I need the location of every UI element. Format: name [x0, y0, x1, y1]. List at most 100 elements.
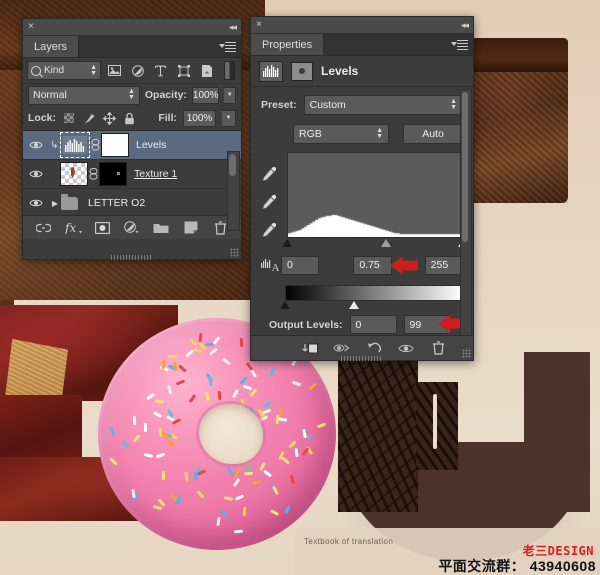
layers-scrollbar-thumb[interactable] [229, 154, 236, 176]
type-layer-filter-icon[interactable] [151, 61, 170, 80]
filter-kind-label: Kind [44, 65, 65, 76]
lock-transparent-pixels-icon[interactable] [62, 111, 76, 125]
channel-value: RGB [299, 128, 322, 140]
input-levels-row: A 0 0.75 255 [261, 255, 463, 275]
lock-all-icon[interactable] [122, 111, 136, 125]
auto-button[interactable]: Auto [403, 124, 463, 144]
layers-panel-titlebar: × ◂◂ [23, 19, 241, 36]
toggle-previous-state-icon[interactable] [333, 340, 351, 357]
search-icon [31, 65, 41, 76]
blend-mode-dropdown[interactable]: Normal ▲ ▼ [28, 85, 140, 105]
panel-dock-grip[interactable] [111, 255, 153, 260]
new-group-icon[interactable] [152, 219, 170, 236]
new-layer-icon[interactable] [182, 219, 200, 236]
layer-content-thumbnail[interactable] [60, 162, 88, 186]
link-mask-icon[interactable] [90, 139, 101, 151]
link-layers-icon[interactable] [35, 219, 53, 236]
output-levels-slider-track[interactable] [280, 301, 463, 312]
properties-tab-row: Properties [251, 34, 473, 56]
input-shadow-value[interactable]: 0 [281, 255, 320, 275]
shape-layer-filter-icon[interactable] [174, 61, 193, 80]
delete-adjustment-icon[interactable] [429, 340, 447, 357]
input-highlight-value[interactable]: 255 [424, 255, 463, 275]
add-layer-mask-icon[interactable] [94, 219, 112, 236]
resize-grip-icon[interactable] [462, 349, 471, 358]
collapse-icon[interactable]: ◂◂ [229, 22, 237, 33]
properties-panel-titlebar: × ◂◂ [251, 17, 473, 34]
link-mask-icon[interactable] [88, 168, 99, 180]
layer-mask-thumbnail[interactable] [99, 162, 127, 186]
properties-scrollbar-thumb[interactable] [462, 92, 468, 242]
adjustment-layer-filter-icon[interactable] [128, 61, 147, 80]
fill-stepper-icon[interactable]: ▼ [222, 109, 236, 127]
layers-panel-menu-icon[interactable] [219, 40, 236, 52]
levels-adjustment-thumbnail[interactable] [63, 136, 87, 154]
sprinkle [167, 354, 178, 358]
properties-panel-menu-icon[interactable] [451, 38, 468, 50]
fill-input[interactable]: 100% [183, 109, 216, 127]
tab-properties[interactable]: Properties [251, 34, 325, 55]
close-icon[interactable]: × [256, 20, 262, 30]
lock-image-pixels-icon[interactable] [82, 111, 96, 125]
reset-adjustment-icon[interactable] [365, 340, 383, 357]
levels-histogram[interactable] [287, 152, 463, 238]
lock-label: Lock: [28, 112, 57, 124]
output-white-slider-handle[interactable] [349, 301, 360, 309]
input-midtone-value[interactable]: 0.75 [353, 255, 392, 275]
set-white-point-eyedropper-icon[interactable] [261, 222, 278, 239]
layer-row-levels[interactable]: ↳ Levels [23, 131, 241, 160]
layer-name[interactable]: LETTER O2 [88, 197, 145, 209]
channel-dropdown[interactable]: RGB ▲ ▼ [293, 124, 389, 144]
input-levels-slider-track[interactable] [282, 239, 468, 252]
donut-hole [199, 404, 263, 464]
tab-layers[interactable]: Layers [23, 36, 80, 57]
smart-object-filter-icon[interactable] [197, 61, 216, 80]
layer-mask-thumbnail[interactable] [101, 133, 129, 157]
sprinkle [239, 337, 244, 348]
close-icon[interactable]: × [28, 22, 34, 32]
menu-triangle-icon [451, 42, 457, 46]
layer-style-fx-icon[interactable]: fx [64, 219, 82, 236]
eyedropper-column [261, 152, 281, 252]
layers-scrollbar[interactable] [227, 151, 240, 231]
watermark-english-text: Textbook of translation [304, 537, 394, 546]
set-gray-point-eyedropper-icon[interactable] [261, 194, 278, 211]
lock-position-icon[interactable] [102, 111, 116, 125]
preset-dropdown[interactable]: Custom ▲ ▼ [303, 95, 463, 115]
set-black-point-eyedropper-icon[interactable] [261, 166, 278, 183]
opacity-input[interactable]: 100% [191, 86, 220, 104]
svg-text:A: A [272, 262, 280, 272]
expand-group-triangle-icon[interactable]: ▶ [49, 199, 61, 208]
toggle-visibility-icon[interactable] [397, 340, 415, 357]
output-black-slider-handle[interactable] [280, 301, 290, 309]
histogram-box [282, 152, 468, 252]
layer-visibility-icon[interactable] [23, 198, 49, 208]
input-midtone-red-arrow [389, 256, 419, 275]
layer-name[interactable]: Texture 1 [134, 168, 177, 180]
layer-row-letter-o2[interactable]: ▶ LETTER O2 [23, 189, 241, 215]
input-shadow-slider-handle[interactable] [282, 239, 292, 247]
chevron-updown-icon: ▲ ▼ [90, 63, 97, 77]
properties-scrollbar[interactable] [460, 89, 472, 337]
layer-row-texture-1[interactable]: Texture 1 [23, 160, 241, 189]
panel-dock-grip[interactable] [341, 356, 383, 361]
sprinkle [242, 506, 247, 516]
opacity-stepper-icon[interactable]: ▼ [224, 86, 236, 104]
collapse-icon[interactable]: ◂◂ [461, 20, 469, 31]
filter-enable-toggle[interactable] [224, 61, 235, 80]
clip-to-layer-icon[interactable] [301, 340, 319, 357]
channel-row: RGB ▲ ▼ Auto [293, 124, 463, 144]
layers-tab-row: Layers [23, 36, 241, 58]
input-midtone-slider-handle[interactable] [380, 239, 391, 247]
resize-grip-icon[interactable] [230, 248, 239, 257]
layer-visibility-icon[interactable] [23, 169, 49, 179]
adjustment-name: Levels [321, 64, 359, 78]
pixel-layer-filter-icon[interactable] [105, 61, 124, 80]
adjustment-title-row: Levels [251, 56, 473, 87]
layer-name[interactable]: Levels [136, 139, 166, 151]
output-black-value[interactable]: 0 [349, 315, 397, 334]
new-adjustment-layer-icon[interactable] [123, 219, 141, 236]
layer-visibility-icon[interactable] [23, 140, 49, 150]
blend-mode-row: Normal ▲ ▼ Opacity: 100% ▼ [23, 84, 241, 106]
filter-kind-dropdown[interactable]: Kind ▲ ▼ [27, 61, 101, 80]
